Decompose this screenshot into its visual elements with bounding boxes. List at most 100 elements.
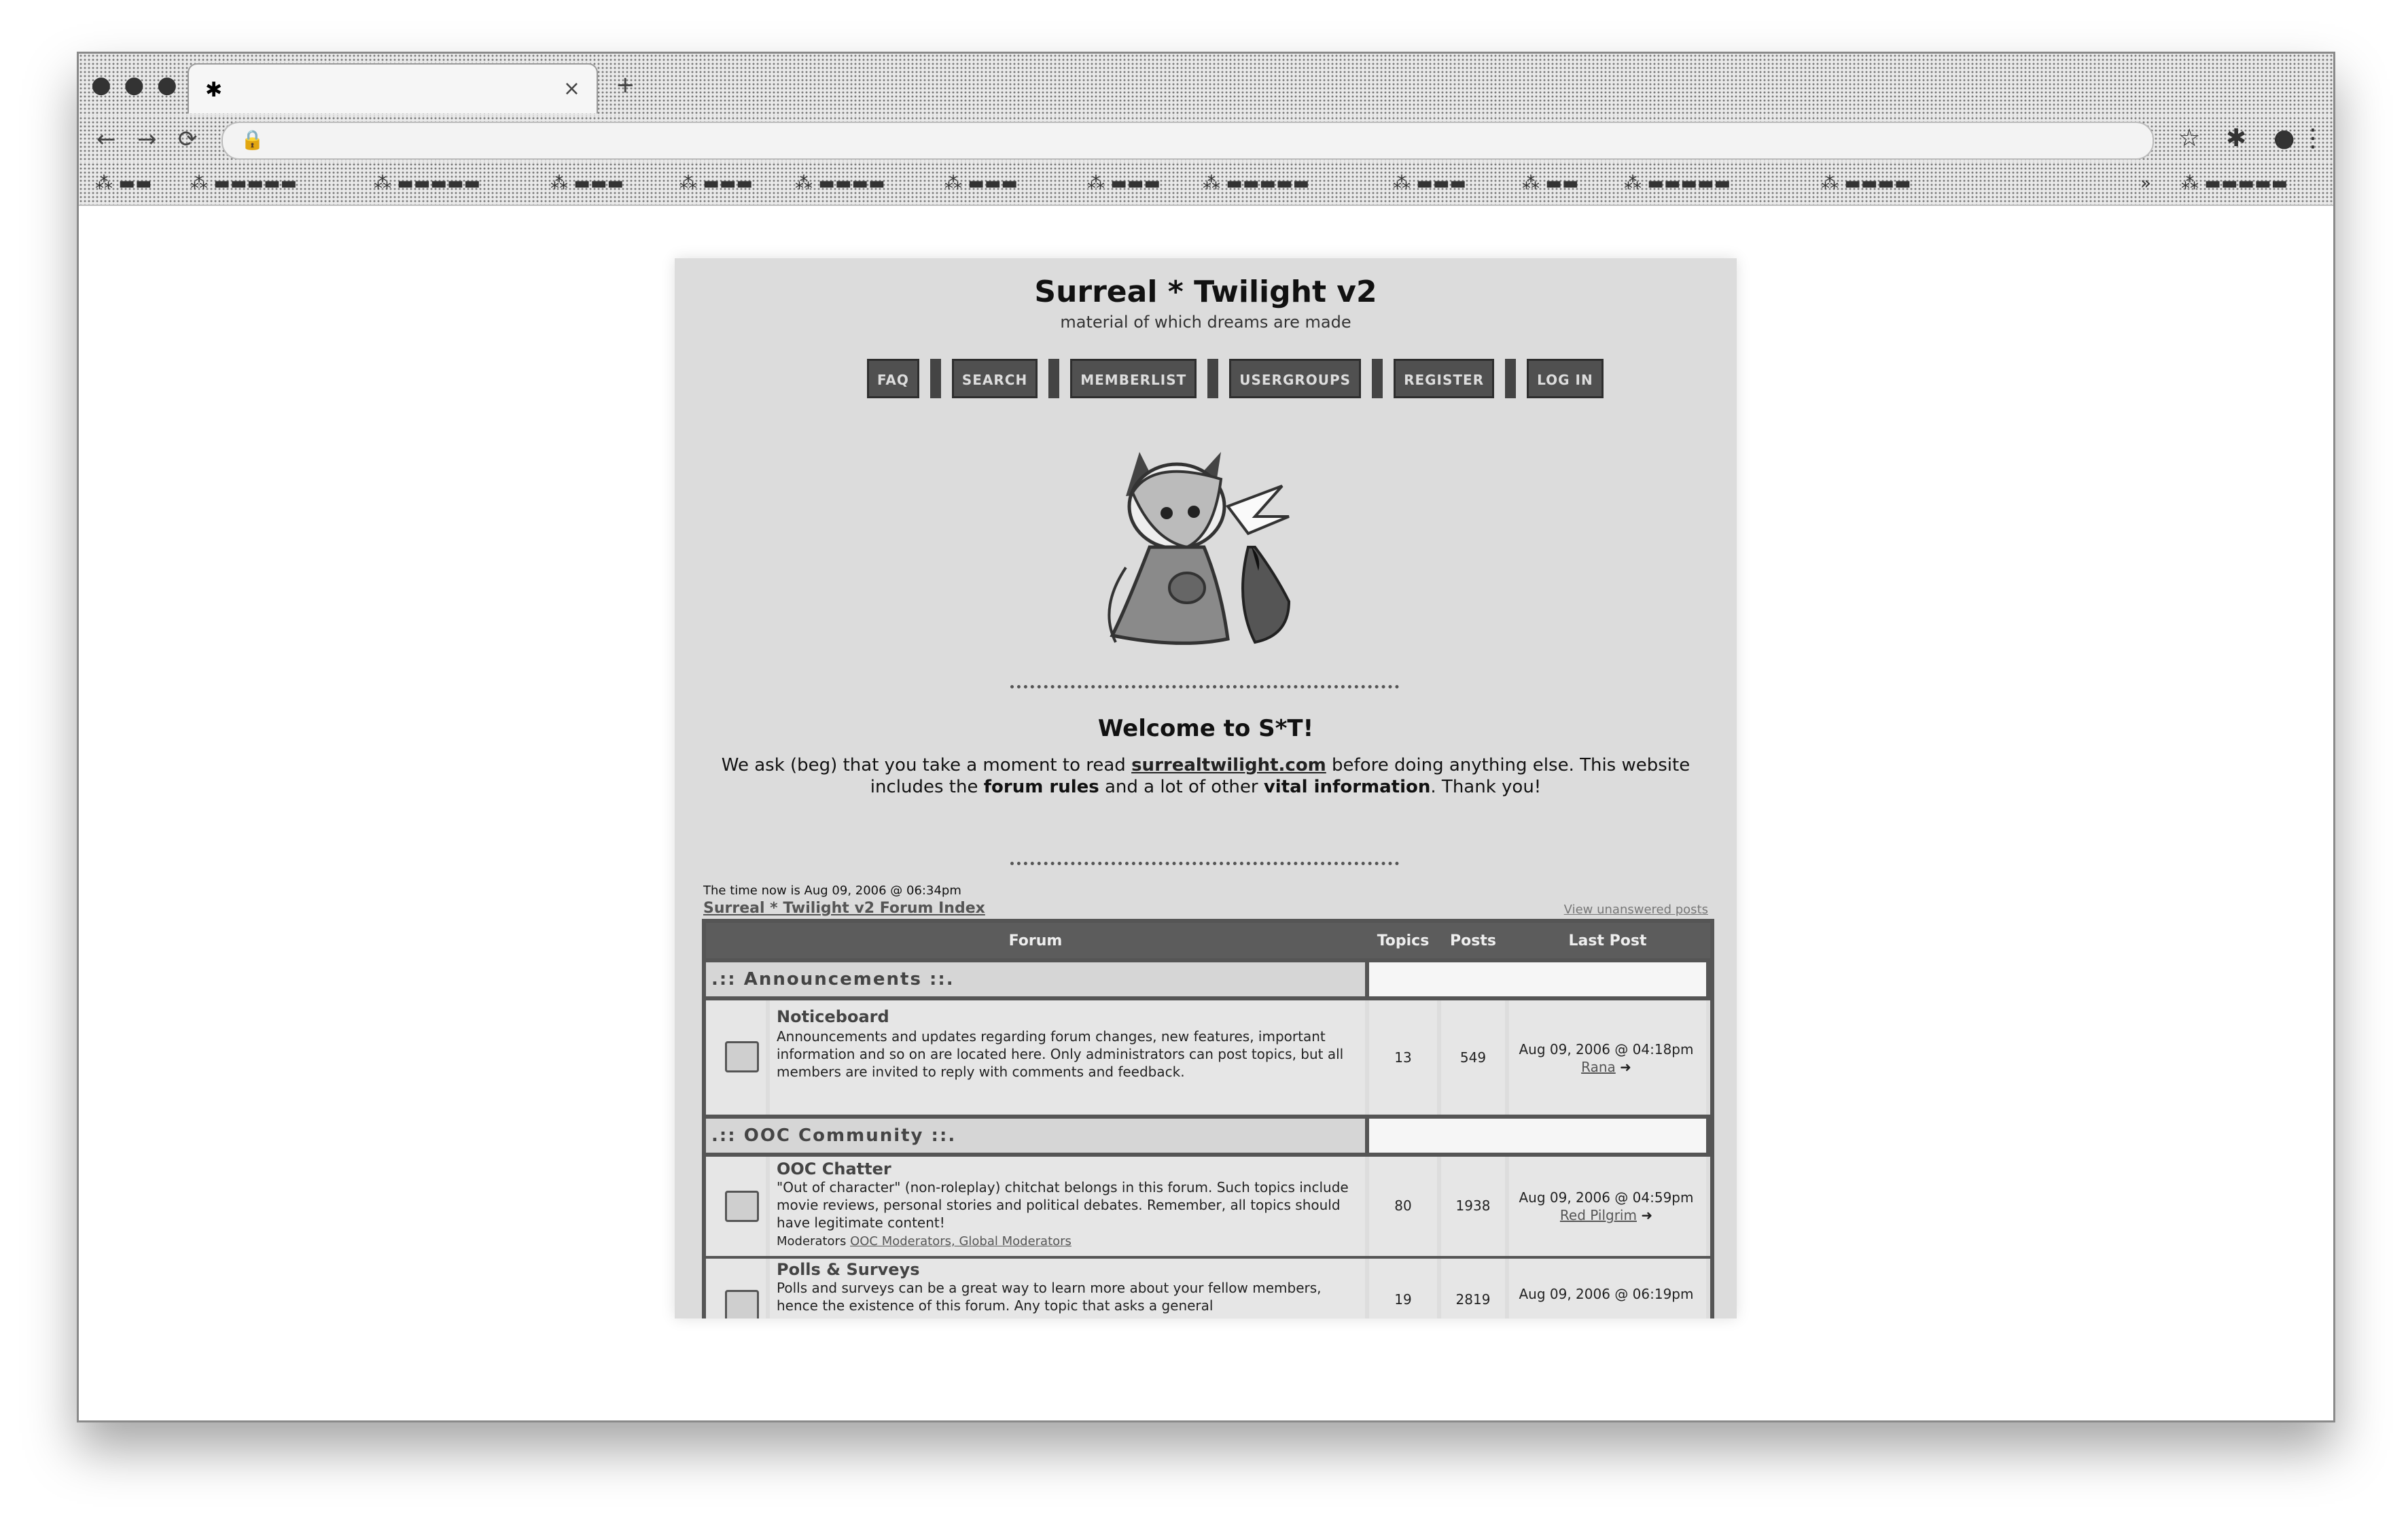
posts-cell [1441,1259,1505,1318]
bookmark-star-icon[interactable]: ☆ [2178,124,2200,152]
last-post-date: Aug 09, 2006 @ 06:19pm [1519,1286,1694,1302]
nav-register[interactable]: REGISTER [1394,359,1495,398]
posts-count: 1938 [1455,1197,1491,1214]
forum-table: Forum Topics Posts Last Post .:: Announc… [702,919,1714,1318]
menu-icon[interactable]: ⋮ [2301,124,2325,152]
unanswered-posts-link[interactable]: View unanswered posts [1564,903,1708,917]
browser-tab[interactable]: ✱ × [188,63,598,113]
nav-separator [929,359,941,398]
dotted-divider [1010,862,1399,865]
forum-index-link[interactable]: Surreal * Twilight v2 Forum Index [703,900,985,917]
forum-folder-icon [725,1290,759,1318]
bookmark-item[interactable]: ⁂ ▬▬▬▬▬ [190,173,297,194]
browser-window: ● ● ● ✱ × + ← → ⟳ 🔒 ☆ ✱ ● ⋮ ⁂ ▬▬ ⁂ ▬▬▬▬▬… [77,52,2335,1422]
last-post-author[interactable]: Rana ➜ [1508,1059,1705,1075]
other-bookmarks[interactable]: ⁂ ▬▬▬▬▬ [2181,173,2288,194]
bookmark-item[interactable]: ⁂ ▬▬▬ [1393,173,1466,194]
website-link[interactable]: surrealtwilight.com [1131,755,1326,775]
bookmark-item[interactable]: ⁂ ▬▬▬▬ [1821,173,1911,194]
header-topics: Topics [1377,932,1430,949]
reload-icon[interactable]: ⟳ [178,126,198,153]
nav-faq[interactable]: FAQ [867,359,919,398]
site-subtitle: material of which dreams are made [1060,313,1351,332]
close-tab-icon[interactable]: × [563,77,580,101]
goto-post-icon[interactable]: ➜ [1620,1059,1631,1075]
bookmark-overflow-icon[interactable]: » [2140,173,2151,194]
extensions-icon[interactable]: ✱ [2226,124,2246,152]
bookmarks-bar: ⁂ ▬▬ ⁂ ▬▬▬▬▬ ⁂ ▬▬▬▬▬ ⁂ ▬▬▬ ⁂ ▬▬▬ ⁂ ▬▬▬▬ … [79,162,2333,206]
header-posts: Posts [1450,932,1496,949]
forum-name[interactable]: Polls & Surveys [777,1260,920,1279]
folder-cell [706,1000,766,1115]
posts-count: 549 [1459,1049,1487,1066]
table-row: OOC Chatter "Out of character" (non-role… [706,1157,1710,1256]
category-row[interactable]: .:: Announcements ::. [706,962,1365,996]
forum-description: "Out of character" (non-roleplay) chitch… [777,1179,1349,1231]
bookmark-item[interactable]: ⁂ ▬▬▬▬ [795,173,885,194]
welcome-heading: Welcome to S*T! [1097,715,1314,742]
intro-forum-rules: forum rules [983,777,1099,797]
bookmark-item[interactable]: ⁂ ▬▬▬ [1087,173,1161,194]
tab-bar: ● ● ● ✱ × + [79,54,2333,116]
address-input[interactable]: 🔒 [222,122,2154,160]
topics-count: 19 [1394,1291,1412,1308]
forum-name[interactable]: OOC Chatter [777,1159,891,1178]
window-controls[interactable]: ● ● ● [91,71,180,99]
current-time: The time now is Aug 09, 2006 @ 06:34pm [703,884,961,898]
bookmark-item[interactable]: ⁂ ▬▬▬▬▬ [374,173,480,194]
profile-icon[interactable]: ● [2273,124,2295,152]
topics-count: 80 [1394,1197,1412,1214]
table-header: Forum Topics Posts Last Post [706,923,1710,958]
new-tab-icon[interactable]: + [616,71,635,99]
category-fill [1369,1119,1706,1153]
nav-memberlist[interactable]: MEMBERLIST [1070,359,1197,398]
forum-nav: FAQ SEARCH MEMBERLIST USERGROUPS REGISTE… [867,359,1604,398]
bookmark-item[interactable]: ⁂ ▬▬▬ [944,173,1018,194]
forward-icon[interactable]: → [137,126,157,153]
table-row: Polls & Surveys Polls and surveys can be… [706,1259,1710,1318]
header-forum: Forum [1008,932,1063,949]
nav-search[interactable]: SEARCH [951,359,1038,398]
mascot-illustration [1108,452,1291,645]
bookmark-item[interactable]: ⁂ ▬▬▬ [550,173,624,194]
category-title[interactable]: .:: Announcements ::. [711,969,955,990]
posts-count: 2819 [1455,1291,1491,1308]
category-row[interactable]: .:: OOC Community ::. [706,1119,1365,1153]
header-last-post: Last Post [1568,932,1647,949]
last-post-user-link[interactable]: Red Pilgrim [1560,1207,1637,1223]
intro-text-part: and a lot of other [1099,777,1264,797]
intro-vital-info: vital information [1263,777,1431,797]
nav-separator [1372,359,1383,398]
forum-moderators: Moderators OOC Moderators, Global Modera… [777,1234,1072,1248]
forum-description: Polls and surveys can be a great way to … [777,1280,1322,1314]
bookmark-item[interactable]: ⁂ ▬▬ [95,173,152,194]
last-post-cell [1509,1000,1706,1115]
last-post-author[interactable]: Red Pilgrim ➜ [1508,1207,1705,1223]
goto-post-icon[interactable]: ➜ [1641,1207,1652,1223]
bookmark-item[interactable]: ⁂ ▬▬ [1522,173,1578,194]
forum-folder-icon [725,1041,759,1072]
bookmark-item[interactable]: ⁂ ▬▬▬▬▬ [1624,173,1731,194]
bookmark-item[interactable]: ⁂ ▬▬▬ [679,173,753,194]
category-fill [1369,962,1706,996]
page-viewport: Surreal * Twilight v2 material of which … [79,206,2333,1420]
back-icon[interactable]: ← [96,126,116,153]
nav-usergroups[interactable]: USERGROUPS [1229,359,1362,398]
last-post-user-link[interactable]: Rana [1581,1059,1616,1075]
moderators-links[interactable]: OOC Moderators, Global Moderators [850,1234,1072,1248]
topics-count: 13 [1394,1049,1412,1066]
intro-text-part: . Thank you! [1430,777,1542,797]
lock-icon: 🔒 [241,128,264,151]
forum-folder-icon [725,1191,759,1222]
forum-page: Surreal * Twilight v2 material of which … [675,258,1737,1318]
forum-description: Announcements and updates regarding foru… [777,1028,1344,1080]
bookmark-item[interactable]: ⁂ ▬▬▬▬▬ [1203,173,1309,194]
topics-cell [1369,1259,1437,1318]
folder-cell [706,1157,766,1256]
last-post-date: Aug 09, 2006 @ 04:59pm [1519,1189,1694,1206]
nav-login[interactable]: LOG IN [1527,359,1604,398]
category-title[interactable]: .:: OOC Community ::. [711,1125,956,1146]
last-post-cell [1509,1157,1706,1256]
forum-name[interactable]: Noticeboard [777,1007,889,1026]
address-bar-row: ← → ⟳ 🔒 ☆ ✱ ● ⋮ [79,116,2333,162]
